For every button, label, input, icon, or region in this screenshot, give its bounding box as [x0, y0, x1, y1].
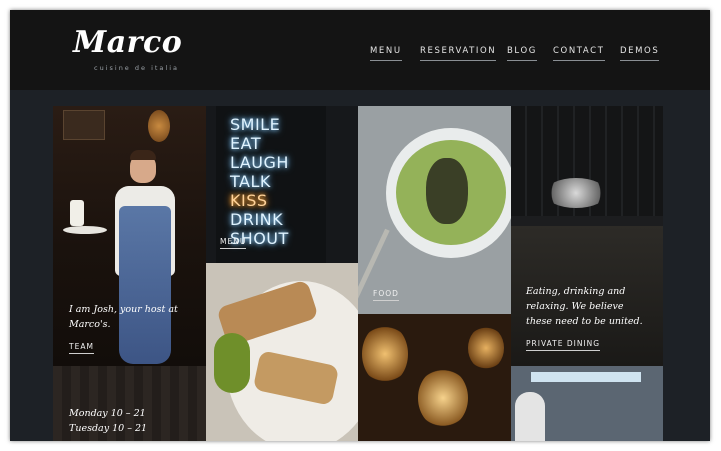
bulb — [468, 326, 504, 370]
nav-demos-label: DEMOS — [620, 46, 660, 56]
tile-menu[interactable]: SMILE EAT LAUGH TALK KISS DRINK SHOUT ME… — [206, 106, 358, 263]
team-link-underline — [69, 353, 94, 354]
hours-tuesday: Tuesday 10 – 21 — [69, 423, 148, 434]
lamp-decor — [148, 110, 170, 142]
private-dining-caption: Eating, drinking and relaxing. We believ… — [526, 286, 643, 327]
tray — [63, 226, 107, 234]
team-link-label: TEAM — [69, 342, 94, 351]
private-dining-link-underline — [526, 350, 601, 351]
nav-menu-label: MENU — [370, 46, 402, 56]
window-decor — [63, 110, 105, 140]
pickle — [214, 333, 250, 393]
opening-hours: Monday 10 – 21 Tuesday 10 – 21 — [69, 406, 147, 436]
food-link-label: FOOD — [373, 289, 399, 298]
bulb — [362, 324, 408, 384]
menu-link-underline — [220, 248, 247, 249]
nav-reservation-label: RESERVATION — [420, 46, 497, 56]
nav-underline — [507, 60, 537, 61]
cake-stand — [70, 200, 84, 226]
team-caption: I am Josh, your host at Marco's. — [69, 304, 178, 330]
nav-demos[interactable]: DEMOS — [620, 46, 660, 61]
neon-word: TALK — [230, 172, 271, 191]
tile-private-dining[interactable]: Eating, drinking and relaxing. We believ… — [511, 106, 663, 366]
nav-blog-label: BLOG — [507, 46, 537, 56]
nav-menu[interactable]: MENU — [370, 46, 402, 61]
nav-blog[interactable]: BLOG — [507, 46, 537, 61]
site-logo[interactable]: Marco — [73, 25, 182, 60]
tile-food[interactable]: FOOD — [358, 106, 511, 314]
team-link[interactable]: TEAM — [69, 342, 94, 354]
menu-link-label: MENU — [220, 237, 247, 246]
nav-contact[interactable]: CONTACT — [553, 46, 605, 61]
waiter-hair — [130, 150, 156, 160]
neon-sign: SMILE EAT LAUGH TALK KISS DRINK SHOUT — [230, 115, 289, 248]
private-dining-link-label: PRIVATE DINING — [526, 339, 601, 348]
garnish — [426, 158, 468, 224]
tile-lamps-photo — [358, 314, 511, 441]
tile-sandwich-photo — [206, 263, 358, 441]
food-link-underline — [373, 300, 399, 301]
site-header: Marco cuisine de italia MENU RESERVATION… — [10, 10, 710, 90]
nav-underline — [553, 60, 605, 61]
chandelier — [545, 178, 607, 208]
nav-underline — [420, 60, 497, 61]
browser-frame: Marco cuisine de italia MENU RESERVATION… — [10, 10, 710, 441]
light-strip — [531, 372, 641, 382]
nav-reservation[interactable]: RESERVATION — [420, 46, 497, 61]
tile-team[interactable]: I am Josh, your host at Marco's. TEAM Mo… — [53, 106, 206, 441]
menu-link[interactable]: MENU — [220, 237, 247, 249]
waiter-apron — [119, 206, 171, 364]
nav-underline — [620, 60, 660, 61]
neon-word: EAT — [230, 134, 262, 153]
neon-word: SMILE — [230, 115, 281, 134]
food-link[interactable]: FOOD — [373, 289, 399, 301]
bulb — [418, 368, 468, 428]
neon-word: DRINK — [230, 210, 284, 229]
chef — [515, 392, 545, 441]
neon-word: KISS — [230, 191, 268, 210]
nav-contact-label: CONTACT — [553, 46, 605, 56]
private-dining-link[interactable]: PRIVATE DINING — [526, 339, 601, 351]
neon-word: LAUGH — [230, 153, 289, 172]
tile-kitchen-photo — [511, 366, 663, 441]
hours-monday: Monday 10 – 21 — [69, 408, 146, 419]
nav-underline — [370, 60, 402, 61]
site-tagline: cuisine de italia — [94, 64, 180, 72]
